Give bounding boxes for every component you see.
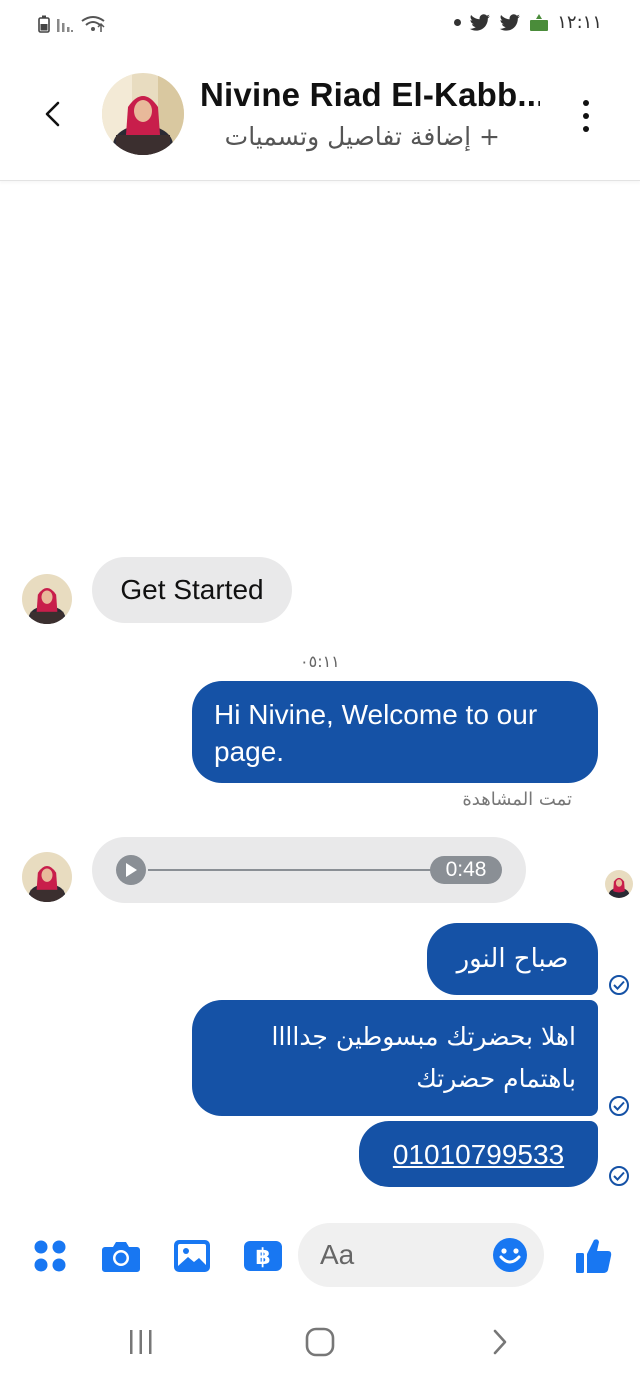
- add-details-link[interactable]: + إضافة تفاصيل وتسميات: [200, 122, 500, 151]
- app-notification-icon: [530, 13, 549, 31]
- contact-name[interactable]: Nivine Riad El-Kabb...: [200, 76, 540, 114]
- status-left: [38, 14, 106, 34]
- wifi-icon: [81, 16, 105, 32]
- camera-button[interactable]: [99, 1234, 143, 1278]
- message-composer: ฿ Aa: [0, 1214, 640, 1298]
- recents-icon: [130, 1330, 152, 1354]
- back-button[interactable]: [34, 94, 70, 134]
- payment-button[interactable]: ฿: [241, 1234, 285, 1278]
- status-bar: ١٢:١١: [0, 0, 640, 48]
- chevron-right-icon: [493, 1329, 507, 1355]
- status-time: ١٢:١١: [557, 12, 602, 33]
- home-icon: [305, 1327, 335, 1357]
- notification-dot-icon: [454, 19, 462, 26]
- like-button[interactable]: [572, 1234, 616, 1278]
- conversation-header: Nivine Riad El-Kabb... + إضافة تفاصيل وت…: [0, 48, 640, 181]
- emoji-icon[interactable]: [492, 1237, 528, 1273]
- message-text: Hi Nivine, Welcome to our page.: [214, 699, 538, 767]
- message-text: Get Started: [120, 574, 264, 605]
- avatar-image: [22, 852, 72, 902]
- signal-icon: [57, 19, 73, 32]
- message-welcome[interactable]: Hi Nivine, Welcome to our page.: [192, 681, 598, 783]
- seen-status: تمت المشاهدة: [462, 789, 572, 810]
- back-nav-button[interactable]: [480, 1324, 520, 1360]
- voice-message[interactable]: 0:48: [92, 837, 526, 903]
- avatar-image: [605, 870, 633, 898]
- message-input[interactable]: Aa: [298, 1223, 544, 1287]
- delivered-check-icon: [609, 975, 629, 995]
- more-actions-button[interactable]: [28, 1234, 72, 1278]
- avatar-image: [22, 574, 72, 624]
- play-button[interactable]: [116, 855, 146, 885]
- thumbs-up-icon: [576, 1239, 612, 1273]
- message-phone[interactable]: 01010799533: [359, 1121, 598, 1187]
- avatar-image: [102, 73, 184, 155]
- message-welcome-arabic[interactable]: اهلا بحضرتك مبسوطين جداااا باهتمام حضرتك: [192, 1000, 598, 1116]
- payment-icon: ฿: [244, 1241, 282, 1271]
- delivered-check-icon: [609, 1096, 629, 1116]
- chevron-left-icon: [45, 101, 60, 127]
- recent-apps-button[interactable]: [121, 1324, 161, 1360]
- message-text-line: اهلا بحضرتك مبسوطين جداااا: [271, 1022, 576, 1051]
- more-dot-icon: [583, 126, 589, 132]
- svg-text:฿: ฿: [255, 1245, 270, 1270]
- twitter-icon: [469, 13, 491, 31]
- delivered-check-icon: [609, 1166, 629, 1186]
- more-dot-icon: [583, 100, 589, 106]
- audio-duration: 0:48: [430, 856, 502, 884]
- phone-link[interactable]: 01010799533: [393, 1136, 564, 1173]
- message-input-placeholder: Aa: [320, 1239, 355, 1270]
- play-icon: [126, 863, 137, 877]
- battery-icon: [38, 15, 50, 33]
- message-morning[interactable]: صباح النور: [427, 923, 598, 995]
- sender-avatar[interactable]: [22, 574, 72, 624]
- system-navigation-bar: [0, 1298, 640, 1386]
- twitter-icon-2: [499, 13, 521, 31]
- message-text: صباح النور: [456, 943, 569, 974]
- grid-menu-icon: [34, 1240, 66, 1272]
- image-icon: [174, 1240, 210, 1272]
- camera-icon: [102, 1242, 140, 1272]
- message-timestamp: ٠٥:١١: [300, 652, 340, 671]
- gallery-button[interactable]: [170, 1234, 214, 1278]
- status-right: ١٢:١١: [454, 12, 602, 33]
- more-dot-icon: [583, 113, 589, 119]
- message-text-line: باهتمام حضرتك: [416, 1064, 576, 1093]
- home-button[interactable]: [300, 1324, 340, 1360]
- message-get-started[interactable]: Get Started: [92, 557, 292, 623]
- seen-by-avatar: [605, 870, 633, 898]
- more-options-button[interactable]: [574, 100, 598, 132]
- contact-avatar[interactable]: [102, 73, 184, 155]
- sender-avatar[interactable]: [22, 852, 72, 902]
